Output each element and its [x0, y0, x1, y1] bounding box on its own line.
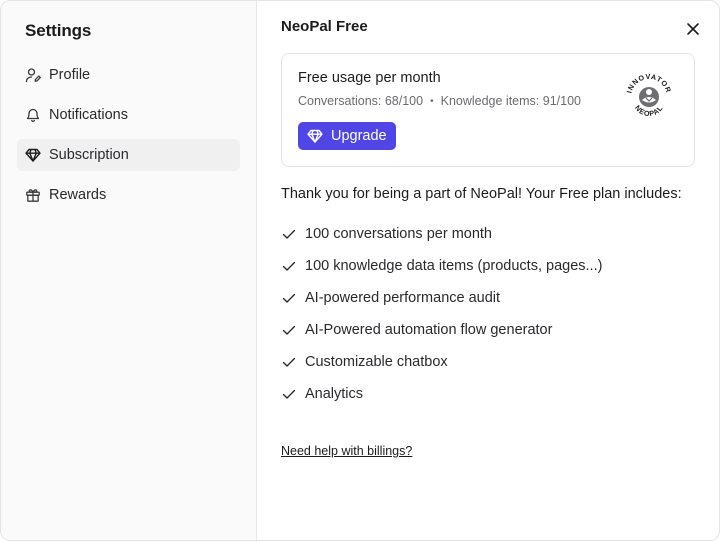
sidebar-item-rewards[interactable]: Rewards [17, 179, 240, 211]
sidebar-item-label: Subscription [49, 147, 129, 163]
usage-card: Free usage per month Conversations: 68/1… [281, 53, 695, 167]
settings-window: Settings Profile Notifications Subscript… [0, 0, 720, 541]
usage-stats: Conversations: 68/100 • Knowledge items:… [298, 94, 678, 108]
knowledge-usage: Knowledge items: 91/100 [440, 94, 581, 108]
check-icon [281, 322, 297, 338]
subscription-panel: NeoPal Free Free usage per month Convers… [257, 1, 719, 540]
user-pen-icon [25, 67, 41, 83]
feature-label: 100 knowledge data items (products, page… [305, 258, 603, 274]
bell-icon [25, 107, 41, 123]
sidebar-item-label: Rewards [49, 187, 107, 203]
gem-icon [307, 128, 323, 144]
close-button[interactable] [685, 21, 701, 37]
stats-separator: • [430, 95, 434, 107]
feature-label: Analytics [305, 386, 364, 402]
check-icon [281, 258, 297, 274]
check-icon [281, 386, 297, 402]
check-icon [281, 226, 297, 242]
billing-help-link[interactable]: Need help with billings? [281, 444, 412, 458]
sidebar-item-label: Profile [49, 67, 91, 83]
sidebar-item-label: Notifications [49, 107, 128, 123]
feature-label: Customizable chatbox [305, 354, 448, 370]
check-icon [281, 354, 297, 370]
innovator-badge-icon: INNOVATOR NEOPAL [625, 72, 673, 118]
upgrade-button[interactable]: Upgrade [298, 122, 396, 150]
feature-item: 100 conversations per month [281, 218, 695, 250]
feature-label: AI-powered performance audit [305, 290, 501, 306]
feature-item: AI-Powered automation flow generator [281, 314, 695, 346]
gem-icon [25, 147, 41, 163]
check-icon [281, 290, 297, 306]
close-icon [687, 23, 699, 35]
feature-item: AI-powered performance audit [281, 282, 695, 314]
feature-item: Analytics [281, 378, 695, 410]
sidebar-item-profile[interactable]: Profile [17, 59, 240, 91]
feature-item: 100 knowledge data items (products, page… [281, 250, 695, 282]
feature-list: 100 conversations per month 100 knowledg… [281, 218, 695, 410]
feature-item: Customizable chatbox [281, 346, 695, 378]
gift-icon [25, 187, 41, 203]
sidebar-item-subscription[interactable]: Subscription [17, 139, 240, 171]
feature-label: AI-Powered automation flow generator [305, 322, 553, 338]
page-title: NeoPal Free [281, 18, 368, 35]
conversations-usage: Conversations: 68/100 [298, 94, 424, 108]
upgrade-label: Upgrade [331, 128, 387, 144]
usage-title: Free usage per month [298, 70, 441, 86]
sidebar-item-notifications[interactable]: Notifications [17, 99, 240, 131]
sidebar: Settings Profile Notifications Subscript… [1, 1, 257, 540]
plan-intro: Thank you for being a part of NeoPal! Yo… [281, 186, 682, 202]
feature-label: 100 conversations per month [305, 226, 492, 242]
sidebar-title: Settings [25, 21, 92, 40]
